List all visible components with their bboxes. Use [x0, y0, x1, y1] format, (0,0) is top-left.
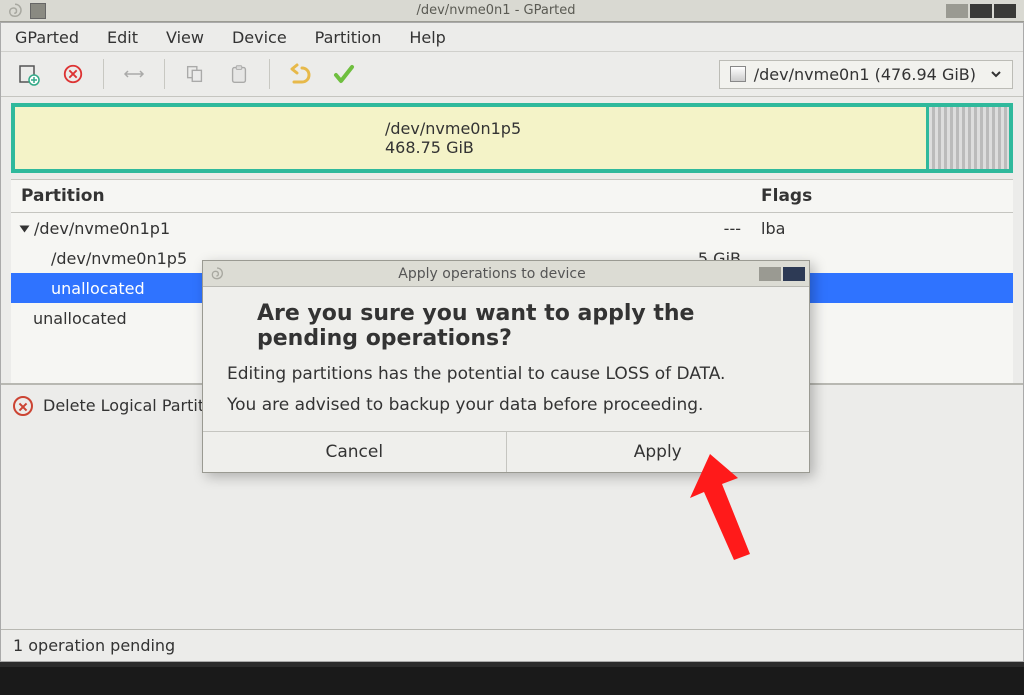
- disk-graphic-unallocated[interactable]: [929, 107, 1009, 169]
- debian-spiral-icon: [6, 2, 24, 20]
- partition-flags: lba: [751, 219, 1013, 238]
- window-title: /dev/nvme0n1 - GParted: [46, 3, 946, 18]
- menu-view[interactable]: View: [166, 28, 204, 47]
- screen-bottom-strip: [0, 667, 1024, 695]
- window-close-button[interactable]: [994, 4, 1016, 18]
- col-flags[interactable]: Flags: [751, 180, 1013, 212]
- partition-list-header: Partition Flags: [11, 180, 1013, 213]
- menu-partition[interactable]: Partition: [315, 28, 382, 47]
- disk-graphic-partition-size: 468.75 GiB: [385, 138, 926, 157]
- dialog-warning-2: You are advised to backup your data befo…: [227, 394, 785, 417]
- apply-button[interactable]: [326, 56, 362, 92]
- partition-size: ---: [601, 219, 751, 238]
- menubar: GParted Edit View Device Partition Help: [1, 23, 1023, 51]
- menu-gparted[interactable]: GParted: [15, 28, 79, 47]
- paste-button: [221, 56, 257, 92]
- delete-partition-button[interactable]: [55, 56, 91, 92]
- col-filesystem[interactable]: [221, 180, 411, 212]
- partition-name: unallocated: [11, 309, 221, 328]
- col-mountpoint[interactable]: [411, 180, 601, 212]
- disk-graphic-partition-path: /dev/nvme0n1p5: [385, 119, 926, 138]
- apply-confirm-button[interactable]: Apply: [507, 432, 810, 472]
- dialog-warning-1: Editing partitions has the potential to …: [227, 363, 785, 386]
- apply-confirm-dialog: Apply operations to device Are you sure …: [202, 260, 810, 473]
- col-size[interactable]: [601, 180, 751, 212]
- disk-graphic[interactable]: /dev/nvme0n1p5 468.75 GiB: [11, 103, 1013, 173]
- expand-caret-icon[interactable]: [20, 225, 30, 232]
- device-selector[interactable]: /dev/nvme0n1 (476.94 GiB): [719, 60, 1013, 89]
- dialog-titlebar: Apply operations to device: [203, 261, 809, 287]
- undo-button[interactable]: [282, 56, 318, 92]
- status-text: 1 operation pending: [13, 636, 175, 655]
- window-titlebar: /dev/nvme0n1 - GParted: [0, 0, 1024, 22]
- status-bar: 1 operation pending: [1, 629, 1023, 661]
- toolbar-separator: [269, 59, 270, 89]
- window-maximize-button[interactable]: [970, 4, 992, 18]
- partition-name: /dev/nvme0n1p1: [34, 219, 170, 238]
- dialog-title: Apply operations to device: [225, 266, 759, 282]
- new-partition-button[interactable]: [11, 56, 47, 92]
- dialog-max-button[interactable]: [783, 267, 805, 281]
- dialog-min-button[interactable]: [759, 267, 781, 281]
- resize-move-button: [116, 56, 152, 92]
- toolbar-separator: [164, 59, 165, 89]
- toolbar: /dev/nvme0n1 (476.94 GiB): [1, 51, 1023, 97]
- partition-name: /dev/nvme0n1p5: [11, 249, 221, 268]
- debian-spiral-icon: [209, 266, 225, 282]
- menu-device[interactable]: Device: [232, 28, 287, 47]
- delete-op-icon: [13, 396, 33, 416]
- window-minimize-button[interactable]: [946, 4, 968, 18]
- disk-graphic-partition[interactable]: /dev/nvme0n1p5 468.75 GiB: [15, 107, 929, 169]
- menu-edit[interactable]: Edit: [107, 28, 138, 47]
- chevron-down-icon: [990, 68, 1002, 80]
- partition-name: unallocated: [11, 279, 221, 298]
- disk-icon: [730, 66, 746, 82]
- partition-row[interactable]: /dev/nvme0n1p1 --- lba: [11, 213, 1013, 243]
- gparted-app-icon: [30, 3, 46, 19]
- device-selector-label: /dev/nvme0n1 (476.94 GiB): [754, 65, 976, 84]
- menu-help[interactable]: Help: [409, 28, 445, 47]
- dialog-heading: Are you sure you want to apply the pendi…: [257, 301, 697, 351]
- cancel-button[interactable]: Cancel: [203, 432, 507, 472]
- col-partition[interactable]: Partition: [11, 180, 221, 212]
- copy-button: [177, 56, 213, 92]
- toolbar-separator: [103, 59, 104, 89]
